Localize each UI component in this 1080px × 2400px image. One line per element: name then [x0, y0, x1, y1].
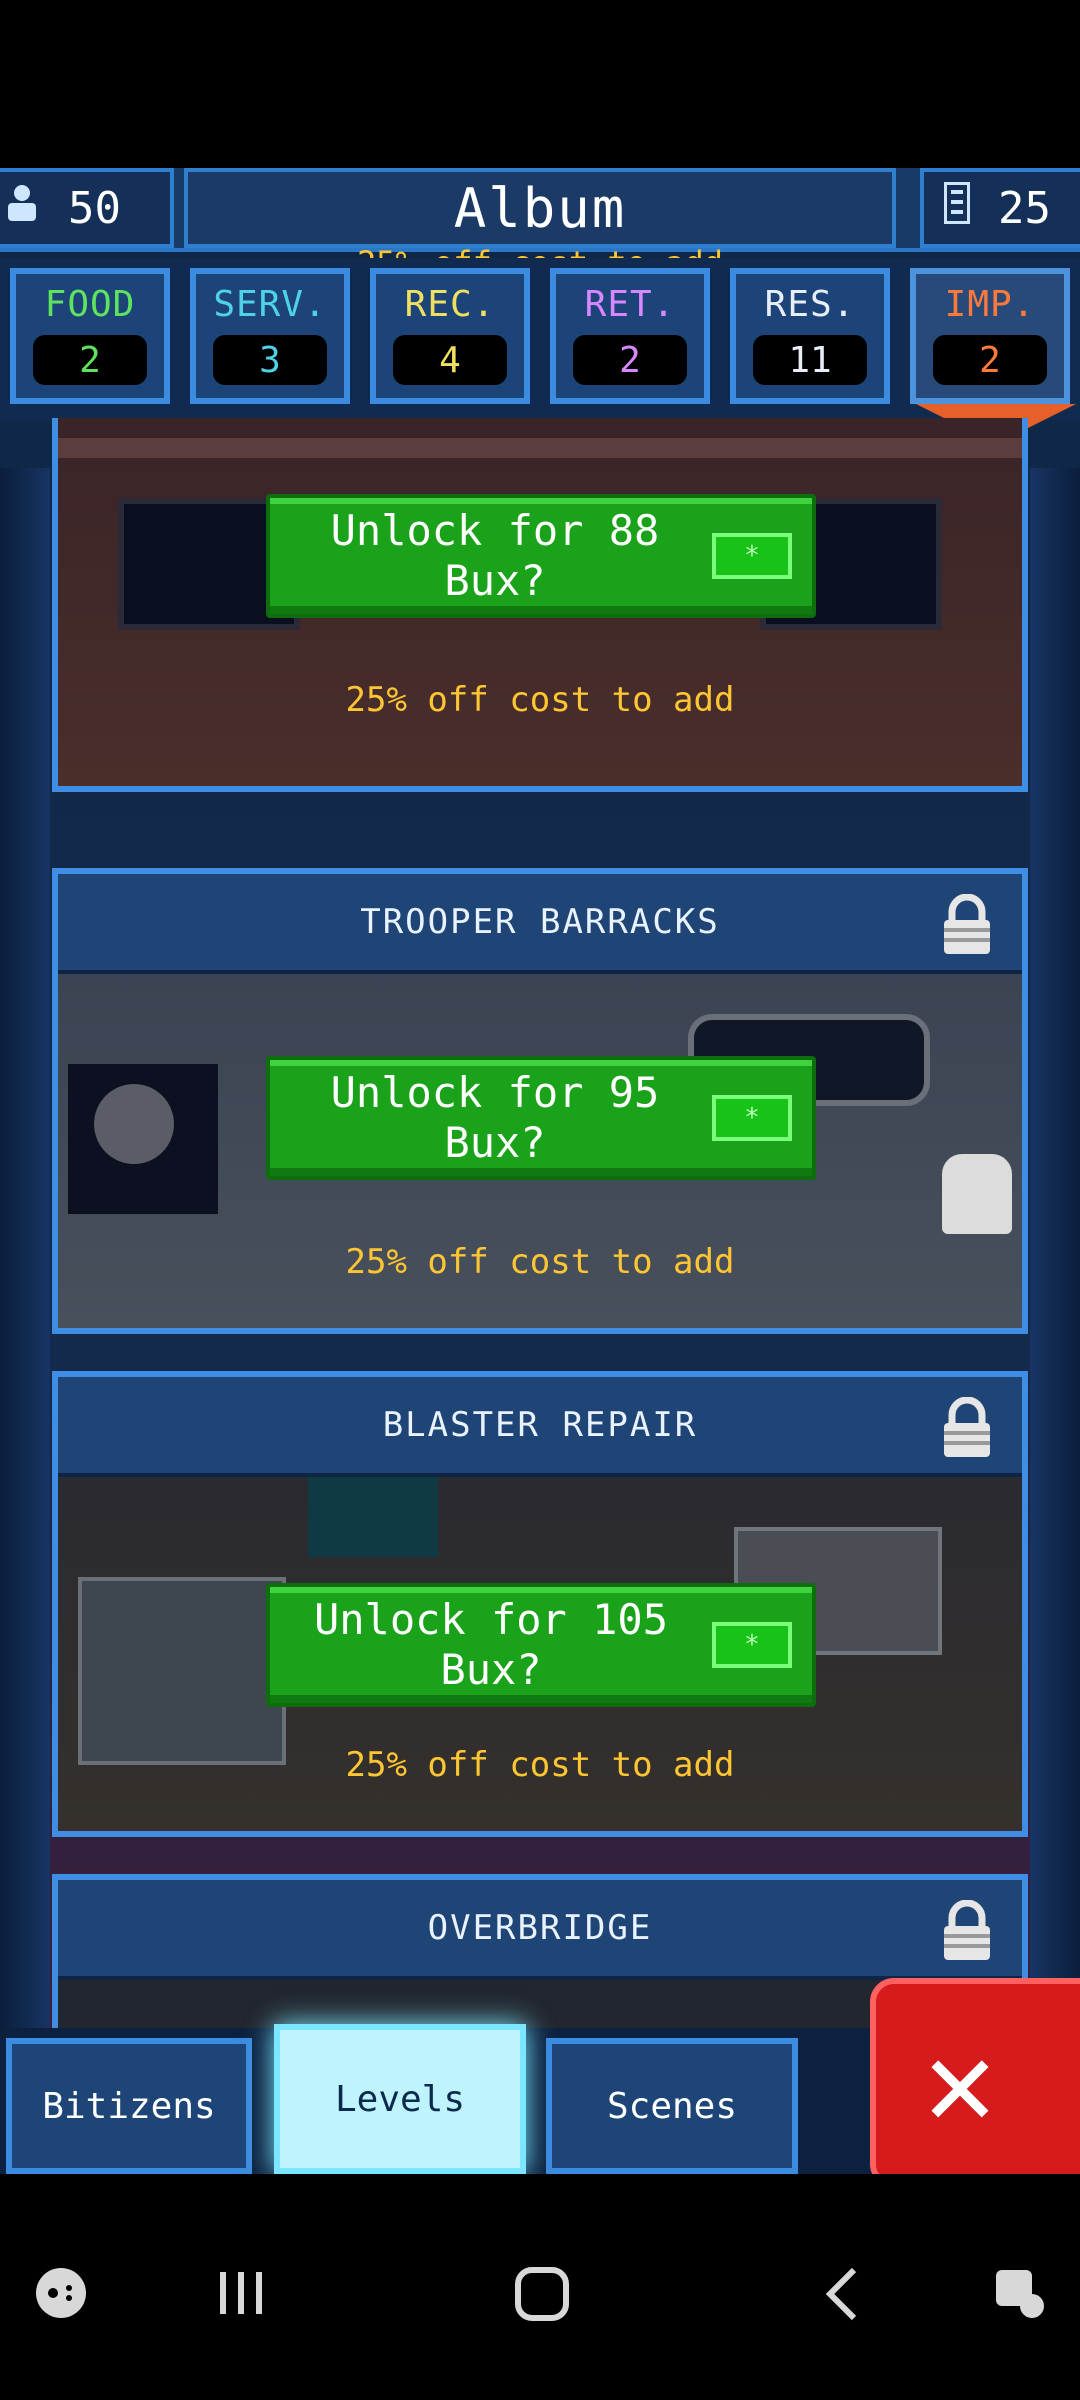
left-frame: [0, 468, 50, 2168]
level-header-3: BLASTER REPAIR: [58, 1377, 1022, 1477]
tab-bitizens[interactable]: Bitizens: [6, 2038, 252, 2174]
level-scene-3: Unlock for 105 Bux? * 25% off cost to ad…: [58, 1477, 1022, 1831]
level-header-2: TROOPER BARRACKS: [58, 874, 1022, 974]
back-icon[interactable]: [822, 2266, 862, 2322]
level-name-3: BLASTER REPAIR: [382, 1405, 698, 1445]
level-card-1: Unlock for 88 Bux? * 25% off cost to add: [52, 418, 1028, 792]
tab-food-count: 2: [33, 335, 147, 385]
bux-icon: *: [712, 533, 792, 579]
lock-icon: [944, 1900, 990, 1960]
tab-service[interactable]: SERV. 3: [190, 268, 350, 404]
category-tabs: FOOD 2 SERV. 3 REC. 4 RET. 2 RES. 11 IMP…: [0, 258, 1080, 444]
lock-icon: [944, 894, 990, 954]
home-icon[interactable]: [514, 2266, 570, 2322]
recent-apps-icon[interactable]: [214, 2266, 268, 2320]
tab-residential-label: RES.: [764, 284, 856, 325]
floors-icon: [943, 181, 971, 234]
tab-retail-label: RET.: [584, 284, 676, 325]
tab-residential[interactable]: RES. 11: [730, 268, 890, 404]
game-tools-icon[interactable]: [34, 2266, 88, 2320]
tab-scenes[interactable]: Scenes: [546, 2038, 798, 2174]
unlock-button-2[interactable]: Unlock for 95 Bux? *: [266, 1056, 816, 1180]
unlock-label-3: Unlock for 105 Bux?: [313, 1595, 668, 1694]
tab-service-label: SERV.: [213, 284, 327, 325]
bottom-nav: Bitizens Levels Scenes ✕: [0, 1978, 1080, 2174]
level-header-4: OVERBRIDGE: [58, 1880, 1022, 1980]
tab-imperial-count: 2: [933, 335, 1047, 385]
accessibility-icon[interactable]: [992, 2266, 1048, 2322]
population-counter: 50: [0, 168, 174, 248]
tab-service-count: 3: [213, 335, 327, 385]
floors-value: 25: [998, 182, 1051, 234]
system-nav-bar: [0, 2174, 1080, 2400]
tab-residential-count: 11: [753, 335, 867, 385]
close-button[interactable]: ✕: [870, 1978, 1080, 2174]
tab-retail-count: 2: [573, 335, 687, 385]
level-scene-1: Unlock for 88 Bux? * 25% off cost to add: [58, 418, 1022, 786]
tab-recreation-count: 4: [393, 335, 507, 385]
tab-food-label: FOOD: [44, 284, 136, 325]
close-icon: ✕: [923, 2013, 997, 2153]
tab-levels[interactable]: Levels: [274, 2024, 526, 2174]
page-title: Album: [453, 176, 627, 240]
level-card-2: TROOPER BARRACKS Unlock for 95 Bux? * 25…: [52, 868, 1028, 1334]
unlock-button-1[interactable]: Unlock for 88 Bux? *: [266, 494, 816, 618]
level-card-3: BLASTER REPAIR Unlock for 105 Bux? * 25%…: [52, 1371, 1028, 1837]
floors-counter: 25: [920, 168, 1080, 248]
unlock-label-1: Unlock for 88 Bux?: [330, 506, 660, 605]
bux-icon: *: [712, 1622, 792, 1668]
discount-text-1: 25% off cost to add: [345, 680, 735, 720]
discount-text-3: 25% off cost to add: [345, 1745, 735, 1785]
tab-recreation-label: REC.: [404, 284, 496, 325]
unlock-label-2: Unlock for 95 Bux?: [330, 1068, 660, 1167]
unlock-button-3[interactable]: Unlock for 105 Bux? *: [266, 1583, 816, 1707]
tab-imperial-label: IMP.: [944, 284, 1036, 325]
album-title-plate: Album: [184, 168, 896, 248]
population-value: 50: [68, 182, 121, 234]
level-name-2: TROOPER BARRACKS: [360, 902, 720, 942]
top-bar: 50 Album 25: [0, 168, 1080, 252]
tab-retail[interactable]: RET. 2: [550, 268, 710, 404]
tab-bitizens-label: Bitizens: [42, 2085, 216, 2127]
right-frame: [1030, 468, 1080, 2168]
level-name-4: OVERBRIDGE: [427, 1908, 653, 1948]
lock-icon: [944, 1397, 990, 1457]
person-icon: [4, 183, 40, 233]
tab-levels-label: Levels: [334, 2078, 466, 2120]
level-scene-2: Unlock for 95 Bux? * 25% off cost to add: [58, 974, 1022, 1328]
bux-icon: *: [712, 1095, 792, 1141]
game-screen: 50 Album 25 25% off cost to add FOOD 2 S…: [0, 168, 1080, 2174]
discount-text-2: 25% off cost to add: [345, 1242, 735, 1282]
tab-recreation[interactable]: REC. 4: [370, 268, 530, 404]
tab-imperial[interactable]: IMP. 2: [910, 268, 1076, 444]
tab-scenes-label: Scenes: [606, 2085, 738, 2127]
tab-food[interactable]: FOOD 2: [10, 268, 170, 404]
